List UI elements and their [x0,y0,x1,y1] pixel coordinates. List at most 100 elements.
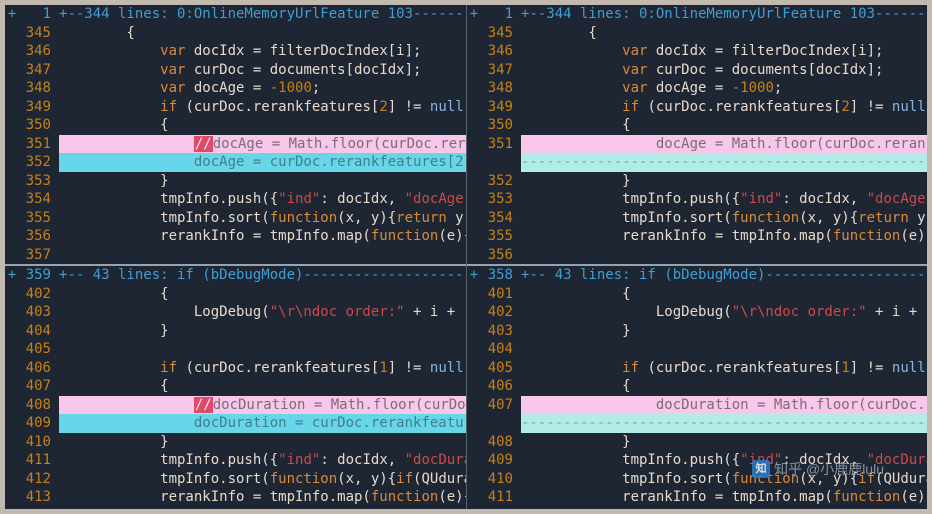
code-line[interactable]: 403 } [467,322,927,341]
code-line[interactable]: 355 tmpInfo.sort(function(x, y){return y… [5,209,466,228]
code-line[interactable]: 408 //docDuration = Math.floor(curDoc.re… [5,396,466,415]
line-number: 355 [19,209,59,228]
line-number: 411 [481,488,521,507]
code-line[interactable]: 407 { [5,377,466,396]
code-line[interactable]: 353 } [5,172,466,191]
line-number: 410 [19,433,59,452]
sign-column [467,116,481,135]
code-line[interactable]: 414 [5,507,466,510]
fold-toggle-icon[interactable]: + [5,266,19,285]
code-line[interactable]: 409 tmpInfo.push({"ind": docIdx, "docDur… [467,451,927,470]
code-line[interactable]: 356 [467,246,927,265]
code-line[interactable]: 349 if (curDoc.rerankfeatures[2] != null… [467,98,927,117]
line-number: 351 [19,135,59,154]
code-line[interactable]: 401 { [467,285,927,304]
fold-line[interactable]: +1+--344 lines: 0:OnlineMemoryUrlFeature… [5,5,466,24]
sign-column [5,451,19,470]
code-content: if (curDoc.rerankfeatures[1] != null && … [521,359,927,378]
code-content: rerankInfo = tmpInfo.map(function(e){ret… [521,488,927,507]
code-line[interactable]: 352 } [467,172,927,191]
code-line[interactable]: 346 var docIdx = filterDocIndex[i]; [5,42,466,61]
code-line[interactable]: 402 { [5,285,466,304]
code-line[interactable]: 346 var docIdx = filterDocIndex[i]; [467,42,927,61]
code-content: } [59,322,466,341]
fold-line[interactable]: +1+--344 lines: 0:OnlineMemoryUrlFeature… [467,5,927,24]
code-content: rerankInfo = tmpInfo.map(function(e){ret… [521,227,927,246]
sign-column [467,451,481,470]
code-line[interactable]: 355 rerankInfo = tmpInfo.map(function(e)… [467,227,927,246]
code-line[interactable]: 350 { [467,116,927,135]
fold-toggle-icon[interactable]: + [467,5,481,24]
code-line[interactable]: 352 docAge = curDoc.rerankfeatures[2]; [5,153,466,172]
code-line[interactable]: 350 { [5,116,466,135]
code-line[interactable]: 413 rerankInfo = tmpInfo.map(function(e)… [5,488,466,507]
code-line[interactable]: 406 { [467,377,927,396]
fold-line[interactable]: +358+-- 43 lines: if (bDebugMode)-------… [467,266,927,285]
code-content: { [59,24,466,43]
code-content: } [59,172,466,191]
sign-column [5,396,19,415]
code-line[interactable]: 412 tmpInfo.sort(function(x, y){if(QUdur… [5,470,466,489]
code-line[interactable]: 410 tmpInfo.sort(function(x, y){if(QUdur… [467,470,927,489]
line-number: 358 [481,266,521,285]
sign-column [5,303,19,322]
fold-toggle-icon[interactable]: + [5,5,19,24]
code-line[interactable]: 412 [467,507,927,510]
line-number: 352 [19,153,59,172]
code-line[interactable]: 353 tmpInfo.push({"ind": docIdx, "docAge… [467,190,927,209]
code-line[interactable]: ----------------------------------------… [467,414,927,433]
code-line[interactable]: 403 LogDebug("\r\ndoc order:" + i + ";do… [5,303,466,322]
fold-line[interactable]: +359+-- 43 lines: if (bDebugMode)-------… [5,266,466,285]
code-line[interactable]: 405 [5,340,466,359]
fold-toggle-icon[interactable]: + [467,266,481,285]
code-line[interactable]: 409 docDuration = curDoc.rerankfeatures[… [5,414,466,433]
code-line[interactable]: 407 docDuration = Math.floor(curDoc.rera… [467,396,927,415]
sign-column [5,135,19,154]
code-content: tmpInfo.sort(function(x, y){return y.doc… [521,209,927,228]
code-line[interactable]: 345 { [467,24,927,43]
code-line[interactable]: 351 //docAge = Math.floor(curDoc.rerankf… [5,135,466,154]
line-number: 401 [481,285,521,304]
sign-column [5,322,19,341]
code-line[interactable]: 348 var docAge = -1000; [467,79,927,98]
right-pane[interactable]: +1+--344 lines: 0:OnlineMemoryUrlFeature… [466,5,927,509]
sign-column [467,396,481,415]
code-line[interactable]: 411 rerankInfo = tmpInfo.map(function(e)… [467,488,927,507]
line-number: 350 [19,116,59,135]
code-line[interactable]: 348 var docAge = -1000; [5,79,466,98]
code-line[interactable]: ----------------------------------------… [467,153,927,172]
sign-column [467,377,481,396]
code-line[interactable]: 356 rerankInfo = tmpInfo.map(function(e)… [5,227,466,246]
code-content: } [521,433,927,452]
code-line[interactable]: 402 LogDebug("\r\ndoc order:" + i + ";do… [467,303,927,322]
line-number: 412 [19,470,59,489]
line-number: 406 [481,377,521,396]
code-content: //docDuration = Math.floor(curDoc.rer [59,396,466,415]
code-content: { [521,24,927,43]
code-content: { [521,377,927,396]
line-number: 404 [481,340,521,359]
code-line[interactable]: 351 docAge = Math.floor(curDoc.rerankfea… [467,135,927,154]
code-line[interactable]: 410 } [5,433,466,452]
sign-column [5,227,19,246]
sign-column [467,209,481,228]
code-line[interactable]: 354 tmpInfo.sort(function(x, y){return y… [467,209,927,228]
code-content: { [59,377,466,396]
code-line[interactable]: 405 if (curDoc.rerankfeatures[1] != null… [467,359,927,378]
code-line[interactable]: 347 var curDoc = documents[docIdx]; [467,61,927,80]
sign-column [467,488,481,507]
code-line[interactable]: 357 [5,246,466,265]
code-line[interactable]: 408 } [467,433,927,452]
code-line[interactable]: 347 var curDoc = documents[docIdx]; [5,61,466,80]
line-number: 409 [19,414,59,433]
sign-column [5,359,19,378]
left-pane[interactable]: +1+--344 lines: 0:OnlineMemoryUrlFeature… [5,5,466,509]
code-line[interactable]: 354 tmpInfo.push({"ind": docIdx, "docAge… [5,190,466,209]
code-line[interactable]: 349 if (curDoc.rerankfeatures[2] != null… [5,98,466,117]
code-line[interactable]: 345 { [5,24,466,43]
code-line[interactable]: 404 [467,340,927,359]
code-line[interactable]: 411 tmpInfo.push({"ind": docIdx, "docDur… [5,451,466,470]
line-number: 408 [19,396,59,415]
code-line[interactable]: 406 if (curDoc.rerankfeatures[1] != null… [5,359,466,378]
code-line[interactable]: 404 } [5,322,466,341]
